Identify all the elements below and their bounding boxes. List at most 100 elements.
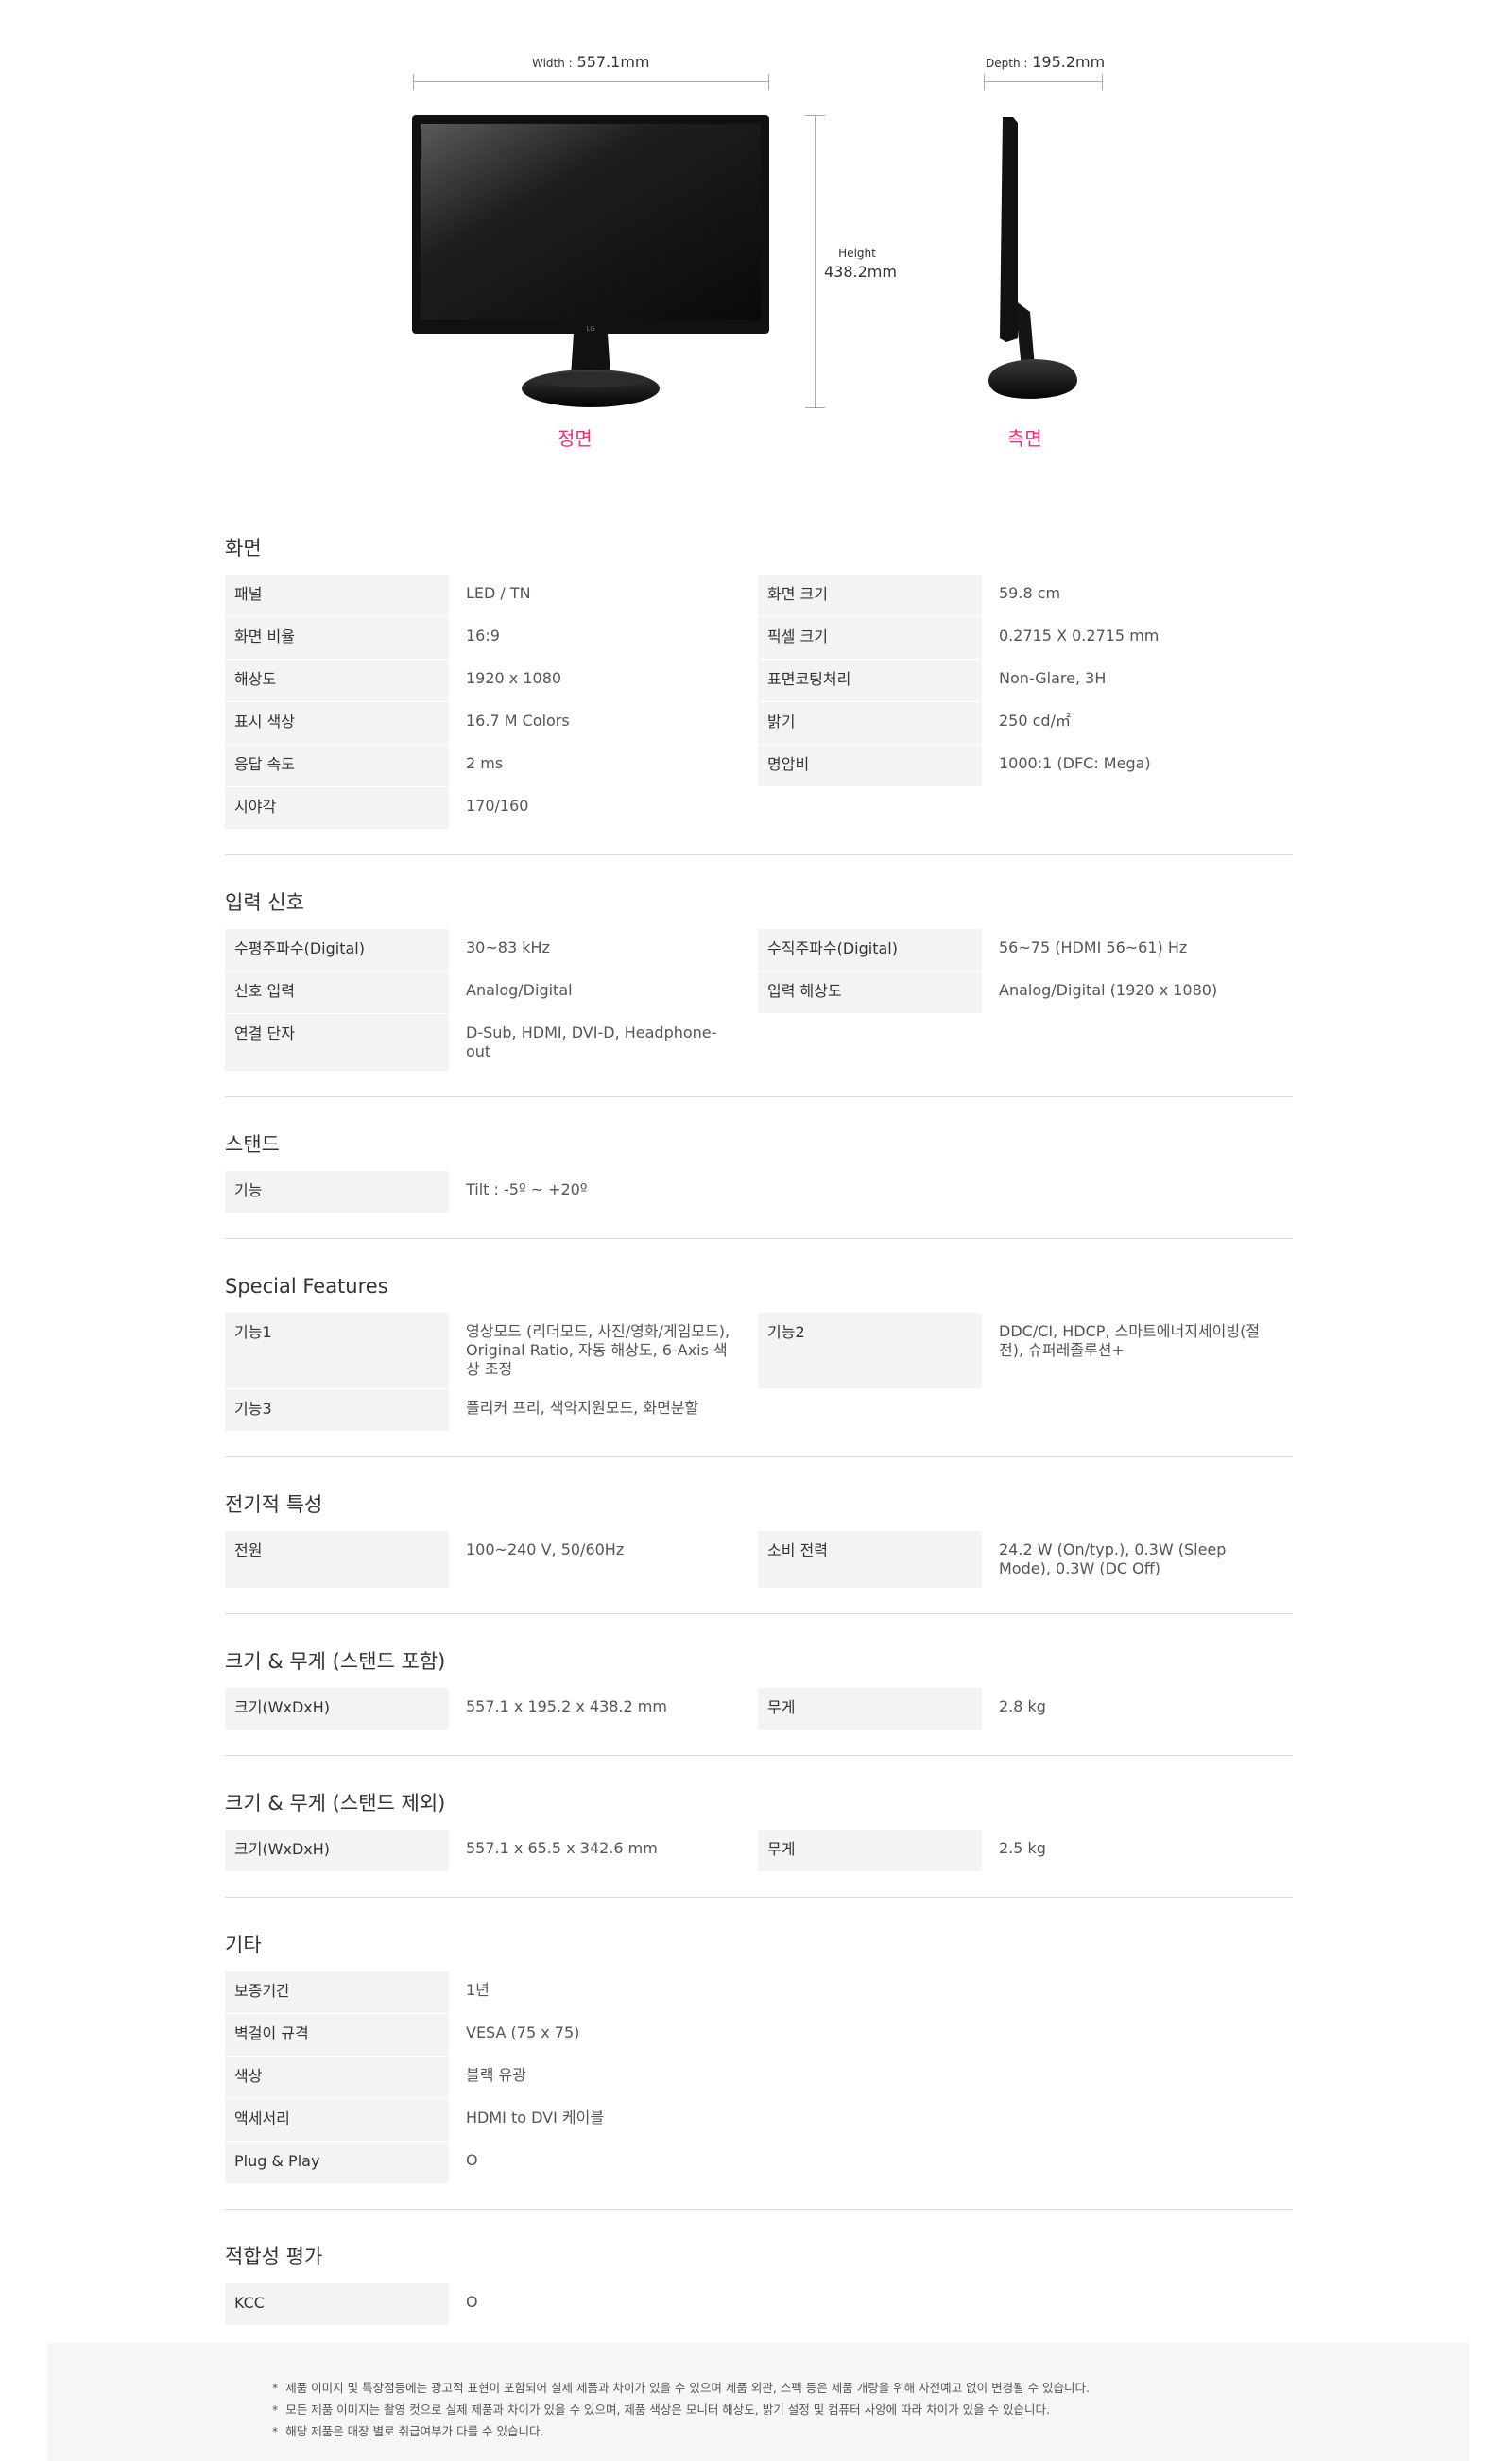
spec-label: 무게 bbox=[758, 1688, 982, 1730]
spec-table: 패널 LED / TN 화면 크기 59.8 cm 화면 비율 16:9 픽셀 크기 0.27… bbox=[225, 575, 1293, 829]
footnote: * 제품 이미지 및 특장점등에는 광고적 표현이 포함되어 실제 제품과 차이… bbox=[272, 2381, 1091, 2395]
spec-value bbox=[982, 2014, 1293, 2056]
spec-value: 블랙 유광 bbox=[466, 2066, 526, 2084]
front-view-label: 정면 bbox=[558, 427, 593, 450]
spec-table: 크기(WxDxH) 557.1 x 65.5 x 342.6 mm 무게 2.5 kg bbox=[225, 1830, 1293, 1871]
dimension-diagram: Width : 557.1mm Depth : 195.2mm Height 4… bbox=[0, 0, 1512, 491]
monitor-side-image bbox=[988, 117, 1077, 399]
spec-label bbox=[758, 2283, 982, 2325]
height-dimension-line bbox=[815, 115, 816, 408]
spec-table: KCC O bbox=[225, 2283, 1293, 2325]
spec-table: 보증기간 1년 벽걸이 규격 VESA (75 x 75) 색상 블랙 유광 액세서리 HDM… bbox=[225, 1971, 1293, 2183]
spec-section: 적합성 평가 KCC O bbox=[225, 2238, 1293, 2351]
spec-section: 입력 신호 수평주파수(Digital) 30~83 kHz 수직주파수(Digita… bbox=[225, 884, 1293, 1097]
spec-sections: 화면패널 LED / TN 화면 크기 59.8 cm 화면 비율 16:9 픽셀 크기 0.… bbox=[225, 529, 1293, 2380]
spec-value: Non-Glare, 3H bbox=[999, 669, 1107, 687]
spec-section: 스탠드기능 Tilt : -5º ~ +20º bbox=[225, 1126, 1293, 1239]
spec-label bbox=[758, 2099, 982, 2141]
spec-value: 2.8 kg bbox=[999, 1697, 1046, 1715]
svg-text:LG: LG bbox=[586, 325, 594, 333]
spec-value: 557.1 x 65.5 x 342.6 mm bbox=[466, 1839, 658, 1857]
spec-value bbox=[982, 1014, 1293, 1071]
spec-table: 기능 Tilt : -5º ~ +20º bbox=[225, 1171, 1293, 1213]
spec-label: 표면코팅처리 bbox=[758, 660, 982, 701]
spec-table: 기능1 영상모드 (리더모드, 사진/영화/게임모드), Original Rat… bbox=[225, 1313, 1293, 1431]
spec-value bbox=[982, 1171, 1293, 1213]
footnote: * 해당 제품은 매장 별로 취급여부가 다를 수 있습니다. bbox=[272, 2424, 544, 2438]
spec-value: 플리커 프리, 색약지원모드, 화면분할 bbox=[466, 1399, 699, 1417]
spec-value: 16.7 M Colors bbox=[466, 712, 570, 730]
section-title: 기타 bbox=[225, 1934, 262, 1956]
spec-label: 픽셀 크기 bbox=[758, 617, 982, 659]
monitor-front-image: LG bbox=[412, 115, 769, 407]
spec-value: 557.1 x 195.2 x 438.2 mm bbox=[466, 1697, 667, 1715]
spec-label: 기능1 bbox=[225, 1313, 449, 1388]
spec-value: 59.8 cm bbox=[999, 584, 1061, 602]
spec-value: 2.5 kg bbox=[999, 1839, 1046, 1857]
spec-value: 100~240 V, 50/60Hz bbox=[466, 1540, 625, 1558]
spec-label: 입력 해상도 bbox=[758, 972, 982, 1013]
spec-section: 화면패널 LED / TN 화면 크기 59.8 cm 화면 비율 16:9 픽셀 크기 0.… bbox=[225, 529, 1293, 855]
spec-value: 0.2715 X 0.2715 mm bbox=[999, 627, 1160, 645]
spec-label: 기능2 bbox=[758, 1313, 982, 1388]
spec-label bbox=[758, 1014, 982, 1071]
side-view-label: 측면 bbox=[1007, 427, 1042, 450]
width-dimension-line bbox=[413, 81, 769, 82]
spec-value: 170/160 bbox=[466, 797, 529, 815]
spec-label: 시야각 bbox=[225, 787, 449, 829]
spec-table: 전원 100~240 V, 50/60Hz 소비 전력 24.2 W (On/typ.… bbox=[225, 1531, 1293, 1588]
spec-value: 1000:1 (DFC: Mega) bbox=[999, 754, 1151, 772]
spec-value: 1920 x 1080 bbox=[466, 669, 562, 687]
spec-label: 수직주파수(Digital) bbox=[758, 929, 982, 971]
spec-table: 크기(WxDxH) 557.1 x 195.2 x 438.2 mm 무게 2.8 k… bbox=[225, 1688, 1293, 1730]
spec-label: 패널 bbox=[225, 575, 449, 616]
spec-label bbox=[758, 2142, 982, 2183]
spec-label bbox=[758, 1389, 982, 1431]
spec-label: 화면 크기 bbox=[758, 575, 982, 616]
spec-label: 벽걸이 규격 bbox=[225, 2014, 449, 2056]
spec-value bbox=[982, 2283, 1293, 2325]
spec-value: 56~75 (HDMI 56~61) Hz bbox=[999, 938, 1188, 956]
spec-value: Analog/Digital (1920 x 1080) bbox=[999, 981, 1218, 999]
spec-label: 신호 입력 bbox=[225, 972, 449, 1013]
spec-value: O bbox=[466, 2151, 478, 2169]
spec-label: 기능3 bbox=[225, 1389, 449, 1431]
spec-value: VESA (75 x 75) bbox=[466, 2023, 580, 2041]
spec-section: 크기 & 무게 (스탠드 제외) 크기(WxDxH) 557.1 x 65.5 x … bbox=[225, 1784, 1293, 1898]
height-dimension-label: Height 438.2mm bbox=[824, 244, 897, 282]
spec-section: Special Features 기능1 영상모드 (리더모드, 사진/영화/게임모… bbox=[225, 1267, 1293, 1457]
spec-label: 무게 bbox=[758, 1830, 982, 1871]
spec-table: 수평주파수(Digital) 30~83 kHz 수직주파수(Digital) 56~… bbox=[225, 929, 1293, 1071]
section-title: 적합성 평가 bbox=[225, 2246, 323, 2268]
spec-label bbox=[758, 2057, 982, 2098]
width-dimension-label: Width : 557.1mm bbox=[532, 53, 650, 71]
section-title: Special Features bbox=[225, 1275, 388, 1298]
section-title: 화면 bbox=[225, 537, 262, 559]
spec-value bbox=[982, 2142, 1293, 2183]
spec-label: 연결 단자 bbox=[225, 1014, 449, 1071]
spec-label: 표시 색상 bbox=[225, 702, 449, 744]
spec-value bbox=[982, 2057, 1293, 2098]
spec-label: 크기(WxDxH) bbox=[225, 1688, 449, 1730]
spec-label: KCC bbox=[225, 2283, 449, 2325]
spec-label: 소비 전력 bbox=[758, 1531, 982, 1588]
spec-value: 영상모드 (리더모드, 사진/영화/게임모드), Original Ratio,… bbox=[466, 1322, 730, 1378]
section-title: 스탠드 bbox=[225, 1133, 280, 1156]
spec-value: 16:9 bbox=[466, 627, 500, 645]
spec-value: Tilt : -5º ~ +20º bbox=[466, 1180, 588, 1198]
section-title: 입력 신호 bbox=[225, 891, 304, 914]
spec-label bbox=[758, 787, 982, 829]
spec-label: 색상 bbox=[225, 2057, 449, 2098]
spec-section: 기타 보증기간 1년 벽걸이 규격 VESA (75 x 75) 색상 블랙 유광 액세서리 H… bbox=[225, 1926, 1293, 2210]
spec-label: 화면 비율 bbox=[225, 617, 449, 659]
spec-label: 명암비 bbox=[758, 745, 982, 786]
spec-label: 해상도 bbox=[225, 660, 449, 701]
section-title: 전기적 특성 bbox=[225, 1493, 323, 1516]
spec-value: D-Sub, HDMI, DVI-D, Headphone-out bbox=[466, 1024, 717, 1060]
section-title: 크기 & 무게 (스탠드 포함) bbox=[225, 1650, 446, 1673]
spec-value: 30~83 kHz bbox=[466, 938, 550, 956]
spec-value bbox=[982, 787, 1293, 829]
spec-value: LED / TN bbox=[466, 584, 531, 602]
spec-label bbox=[758, 1971, 982, 2013]
spec-label: 전원 bbox=[225, 1531, 449, 1588]
